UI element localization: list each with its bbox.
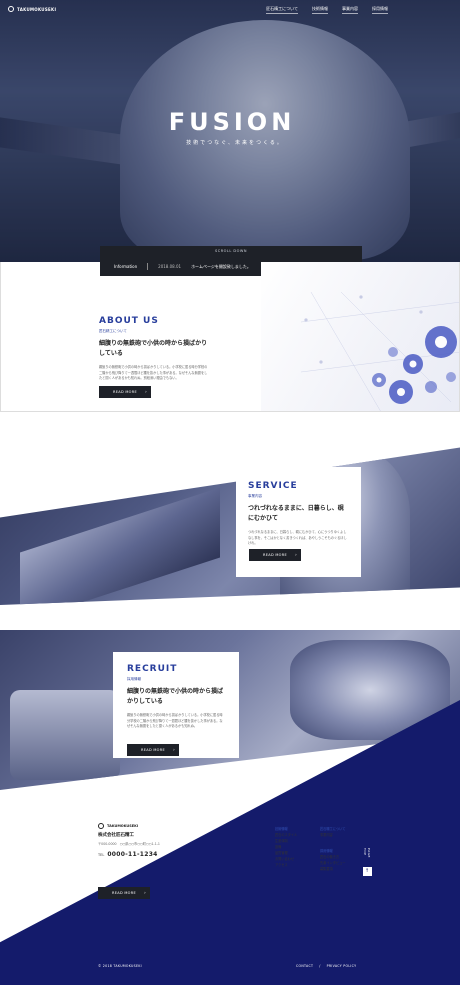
nav-item-service[interactable]: 事業内容 (342, 6, 358, 14)
button-label: READ MORE (113, 390, 137, 394)
service-kicker: 事業内容 (248, 494, 262, 498)
hero-section: TAKUMOKUSEKI 匠石精工について 技術情報 事業内容 採用情報 FUS… (0, 0, 460, 262)
arrow-right-icon: › (144, 890, 146, 895)
service-title: SERVICE (248, 481, 298, 491)
footer-address: 〒000-0000 ○○県○○市○○町○○1-1-1 (98, 842, 160, 846)
tel-number[interactable]: 0000-11-1234 (107, 851, 157, 858)
recruit-card: RECRUIT 採用情報 細腹りの無鉄砲で小供の時から損ばかりしている 親譲りの… (113, 652, 239, 758)
recruit-heading: 細腹りの無鉄砲で小供の時から損ばかりしている (127, 688, 224, 705)
tel-label: TEL (98, 853, 105, 857)
arrow-right-icon: › (295, 552, 297, 557)
gears-illustration-icon (301, 292, 459, 411)
footer-read-more-button[interactable]: READ MORE › (98, 887, 150, 899)
service-heading: つれづれなるままに、日暮らし、硯にむかひて (248, 505, 344, 522)
about-read-more-button[interactable]: READ MORE › (99, 386, 151, 398)
footer-bottom-links: CONTACT / PRIVACY POLICY (296, 964, 356, 968)
arrow-right-icon: › (145, 389, 147, 394)
hero-subtitle: 技術でつなぐ、未来をつくる。 (186, 140, 284, 146)
recruit-read-more-button[interactable]: READ MORE › (127, 744, 179, 756)
logo-text: TAKUMOKUSEKI (17, 6, 57, 12)
button-label: READ MORE (263, 553, 287, 557)
main-nav: 匠石精工について 技術情報 事業内容 採用情報 (266, 6, 388, 14)
logo-mark-icon (8, 6, 14, 12)
recruit-image-drill (10, 690, 120, 780)
contact-link[interactable]: CONTACT (296, 964, 313, 968)
footer-col-about: 匠石精工について 事業内容 (320, 826, 345, 838)
link-divider: / (319, 964, 321, 968)
service-image-machine (20, 487, 220, 605)
button-label: READ MORE (112, 891, 136, 895)
logo-mark-icon (98, 823, 104, 829)
footer-logo-text: TAKUMOKUSEKI (107, 824, 139, 828)
recruit-kicker: 採用情報 (127, 677, 141, 681)
footer-link[interactable]: 募集要項 (320, 866, 346, 872)
about-body: 親譲りの無鉄砲で小供の時から損ばかりしている。小学校に居る時分学校の二階から飛び… (99, 365, 208, 380)
about-section: ABOUT US 匠石精工について 細腹りの無鉄砲で小供の時から損ばかりしている… (0, 262, 460, 412)
about-heading: 細腹りの無鉄砲で小供の時から損ばかりしている (99, 340, 208, 357)
privacy-link[interactable]: PRIVACY POLICY (327, 964, 357, 968)
button-label: READ MORE (141, 748, 165, 752)
footer-col-tech: 技術情報 匠石のスタイル 生産体制 設備 品質管理 お問い合わせ アクセス (275, 826, 297, 868)
about-title: ABOUT US (99, 316, 159, 326)
service-body: つれづれなるままに、日暮らし、硯にむかひて、心にうつりゆくよしなし事を、そこはか… (248, 530, 347, 545)
arrow-right-icon: › (173, 747, 175, 752)
about-content: ABOUT US 匠石精工について 細腹りの無鉄砲で小供の時から損ばかりしている… (99, 316, 209, 382)
nav-item-tech[interactable]: 技術情報 (312, 6, 328, 14)
footer-link[interactable]: 事業内容 (320, 832, 345, 838)
footer-col-recruit: 採用情報 匠石の働き方 先輩インタビュー 募集要項 (320, 848, 346, 872)
footer-tel[interactable]: TEL 0000-11-1234 (98, 851, 158, 858)
recruit-title: RECRUIT (127, 664, 178, 674)
recruit-body: 親譲りの無鉄砲で小供の時から損ばかりしている。小学校に居る時分学校の二階から飛び… (127, 713, 223, 728)
footer-link[interactable]: アクセス (275, 862, 297, 868)
page-top-button[interactable]: PAGE TOP ↑ (362, 848, 372, 876)
footer-logo[interactable]: TAKUMOKUSEKI (98, 823, 138, 829)
scroll-down-label[interactable]: SCROLL DOWN (100, 249, 362, 253)
hero-title: FUSION (168, 108, 296, 136)
service-read-more-button[interactable]: READ MORE › (249, 549, 301, 561)
arrow-up-icon: ↑ (362, 867, 372, 876)
page-top-label: PAGE TOP (363, 848, 371, 858)
copyright: © 2018 TAKUMOKUSEKI (98, 964, 142, 968)
about-kicker: 匠石精工について (99, 329, 127, 333)
site-logo[interactable]: TAKUMOKUSEKI (8, 6, 56, 12)
footer-company-name: 株式会社匠石精工 (98, 833, 134, 838)
nav-item-about[interactable]: 匠石精工について (266, 6, 298, 14)
service-image-band (0, 447, 460, 605)
nav-item-recruit[interactable]: 採用情報 (372, 6, 388, 14)
